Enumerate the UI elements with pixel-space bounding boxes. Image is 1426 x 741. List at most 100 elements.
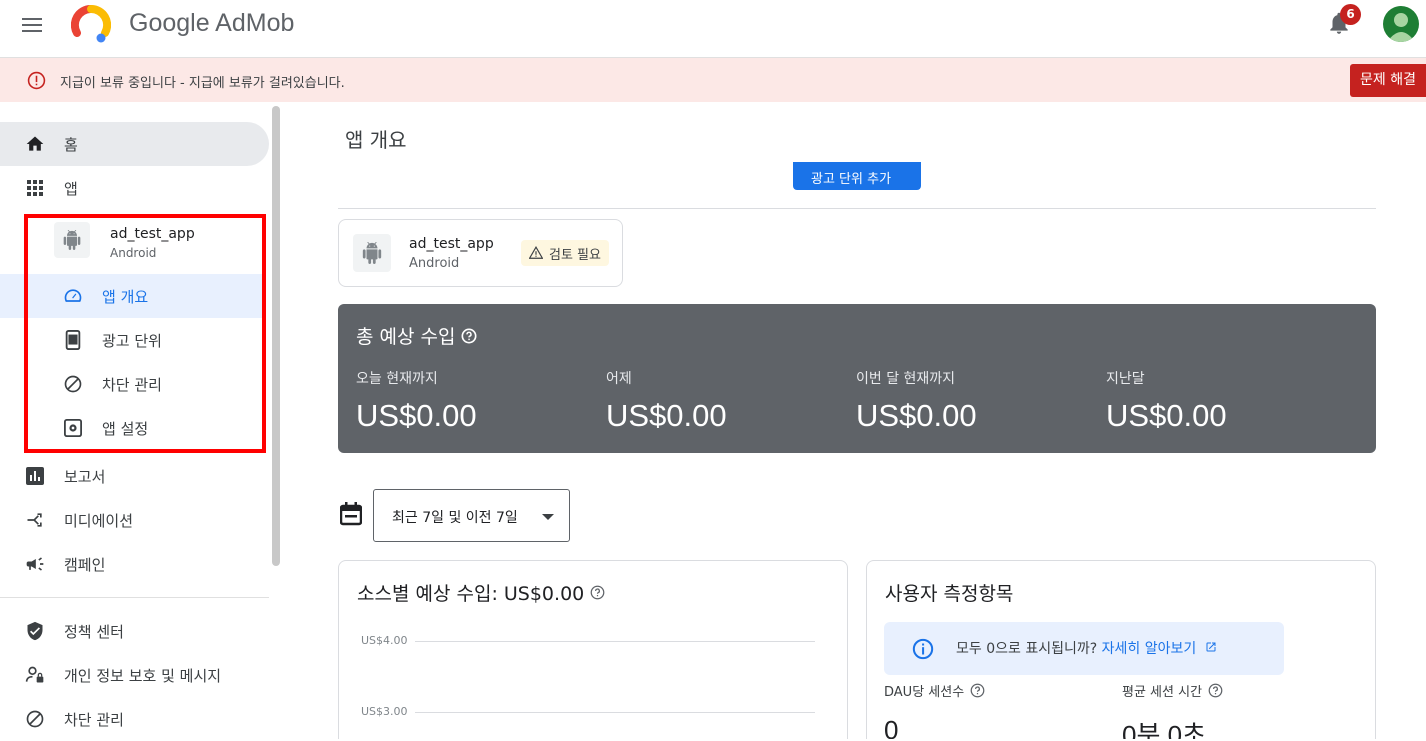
sidebar-app-header[interactable]: ad_test_app Android [54,220,254,268]
sidebar-item-home[interactable]: 홈 [0,122,269,166]
app-platform: Android [409,256,460,271]
sidebar-item-blocking[interactable]: 차단 관리 [0,697,269,741]
sidebar-item-label: 차단 관리 [64,710,124,729]
sidebar-app-name: ad_test_app [110,226,195,242]
sidebar-item-label: 미디에이션 [64,511,134,530]
metric-sessions-per-dau-value: 0 [884,715,899,739]
user-silhouette-icon [1387,13,1415,42]
sidebar-item-blocking-controls[interactable]: 차단 관리 [0,362,262,406]
total-earnings-card: 총 예상 수입 오늘 현재까지 US$0.00 어제 US$0.00 이번 달 … [338,304,1376,453]
avatar[interactable] [1383,6,1419,42]
user-metrics-card: 사용자 측정항목 모두 0으로 표시됩니까? 자세히 알아보기 DAU당 세션수… [866,560,1376,739]
sidebar-divider [0,597,269,598]
earnings-title-text: 총 예상 수입 [356,326,456,348]
open-in-new-icon [1206,642,1216,652]
learn-more-link[interactable]: 자세히 알아보기 [1102,641,1217,657]
earnings-today: 오늘 현재까지 US$0.00 [356,368,596,434]
main-content: 앱 개요 광고 단위 추가 ad_test_app Android 검토 필요 … [282,102,1426,739]
help-icon[interactable] [970,683,985,698]
metric-label: DAU당 세션수 [884,685,965,700]
button-label: 광고 단위 추가 [811,172,892,187]
status-label: 검토 필요 [549,247,601,263]
grid-line [415,712,815,713]
sidebar-item-app-settings[interactable]: 앱 설정 [0,406,262,450]
megaphone-icon [25,554,45,574]
sidebar-item-reports[interactable]: 보고서 [0,454,269,498]
sidebar-scrollbar[interactable] [272,106,280,566]
sidebar-item-label: 보고서 [64,467,106,486]
error-icon [27,71,46,90]
page-title: 앱 개요 [345,128,407,152]
learn-more-label: 자세히 알아보기 [1101,641,1197,657]
admob-logo [71,5,111,43]
sidebar-item-label: 앱 [64,179,78,198]
zero-values-info-box: 모두 0으로 표시됩니까? 자세히 알아보기 [884,622,1284,675]
hamburger-menu-icon[interactable] [22,14,48,34]
app-name: ad_test_app [409,236,494,252]
card-title: 사용자 측정항목 [885,583,1014,605]
y-tick-label: US$4.00 [361,634,408,647]
sidebar-item-app-overview[interactable]: 앱 개요 [0,274,262,318]
sidebar-item-privacy-messaging[interactable]: 개인 정보 보호 및 메시지 [0,653,269,697]
merge-arrows-icon [25,510,45,530]
review-required-badge[interactable]: 검토 필요 [521,240,609,266]
metric-sessions-per-dau-label: DAU당 세션수 [884,681,985,700]
date-range-value: 최근 7일 및 이전 7일 [392,510,518,526]
block-icon [63,374,83,394]
block-icon [25,709,45,729]
sidebar: 홈 앱 ad_test_app Android 앱 개요 광고 단위 차단 관리… [0,102,282,739]
help-icon[interactable] [590,585,605,600]
earnings-last-month: 지난달 US$0.00 [1106,368,1346,434]
earnings-value: US$0.00 [606,398,727,433]
info-icon [912,638,934,660]
shield-check-icon [25,621,45,641]
sidebar-item-label: 앱 개요 [102,288,149,306]
info-question: 모두 0으로 표시됩니까? [956,641,1098,657]
card-title: 소스별 예상 수입: US$0.00 [357,579,605,606]
brand-title: Google AdMob [129,9,295,37]
earnings-label: 어제 [606,371,632,387]
speedometer-icon [63,286,83,306]
earnings-yesterday: 어제 US$0.00 [606,368,846,434]
sidebar-item-ad-units[interactable]: 광고 단위 [0,318,262,362]
sidebar-item-label: 홈 [64,135,78,154]
top-app-bar: Google AdMob 6 [0,0,1426,58]
sidebar-item-apps[interactable]: 앱 [0,166,269,210]
home-icon [25,134,45,154]
earnings-this-month: 이번 달 현재까지 US$0.00 [856,368,1096,434]
settings-gear-icon [63,418,83,438]
notification-badge: 6 [1340,4,1361,25]
earnings-title: 총 예상 수입 [356,322,477,349]
sidebar-item-label: 차단 관리 [102,376,162,394]
apps-grid-icon [25,178,45,198]
metric-avg-session-time-value: 0분 0초 [1122,720,1206,739]
metric-avg-session-time-label: 평균 세션 시간 [1122,681,1223,700]
android-icon [353,234,391,272]
payment-hold-alert: 지급이 보류 중입니다 - 지급에 보류가 걸려있습니다. 문제 해결 [0,58,1426,102]
alert-message: 지급이 보류 중입니다 - 지급에 보류가 걸려있습니다. [60,76,345,91]
android-icon [54,222,90,258]
card-title-text: 소스별 예상 수입: US$0.00 [357,583,585,605]
earnings-label: 이번 달 현재까지 [856,371,956,387]
sidebar-item-label: 정책 센터 [64,622,124,641]
resolve-issue-button[interactable]: 문제 해결 [1350,64,1426,97]
help-icon[interactable] [461,328,477,344]
person-lock-icon [25,665,45,685]
sidebar-item-label: 개인 정보 보호 및 메시지 [64,666,222,685]
metric-label: 평균 세션 시간 [1122,685,1203,700]
sidebar-item-campaigns[interactable]: 캠페인 [0,542,269,586]
dropdown-arrow-icon [542,514,554,520]
sidebar-item-policy-center[interactable]: 정책 센터 [0,609,269,653]
y-tick-label: US$3.00 [361,705,408,718]
sidebar-item-label: 광고 단위 [102,332,162,350]
earnings-value: US$0.00 [856,398,977,433]
add-ad-unit-button[interactable]: 광고 단위 추가 [793,162,921,190]
sidebar-item-mediation[interactable]: 미디에이션 [0,498,269,542]
help-icon[interactable] [1208,683,1223,698]
bar-chart-icon [25,466,45,486]
divider [338,208,1376,209]
earnings-value: US$0.00 [1106,398,1227,433]
app-summary-card: ad_test_app Android 검토 필요 [338,219,623,287]
date-range-select[interactable]: 최근 7일 및 이전 7일 [373,489,570,542]
sidebar-item-label: 캠페인 [64,555,106,574]
